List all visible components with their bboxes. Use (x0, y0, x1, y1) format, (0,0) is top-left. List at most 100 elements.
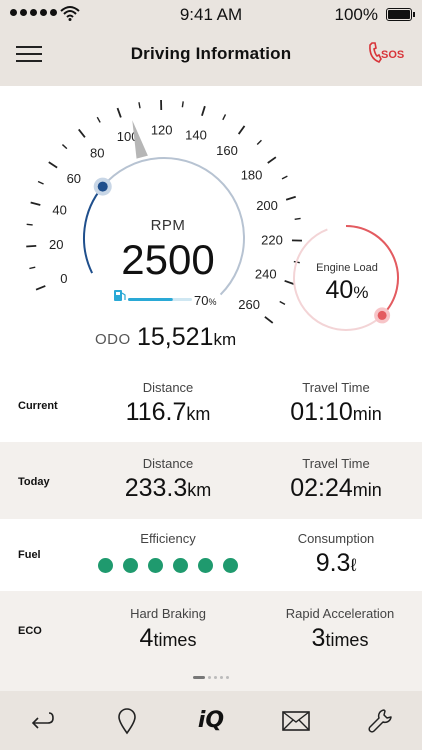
speed-tick-minor (29, 266, 36, 270)
row-label-eco: ECO (18, 625, 42, 637)
current-travel-time-unit: min (352, 404, 382, 424)
gauge-panel: 0 20 40 60 80 100 120 140 160 180 200 220 240 260 RPM… (0, 86, 422, 368)
page-dot[interactable] (214, 676, 217, 679)
top-header: 9:41 AM 100% Driving Information SOS (0, 0, 422, 86)
speed-tick-major (284, 279, 295, 286)
speed-tick-minor (26, 223, 33, 226)
today-travel-time-value: 02:24min (264, 474, 408, 503)
current-distance-number: 116.7 (125, 398, 187, 426)
efficiency-dot (173, 558, 188, 573)
current-travel-time-value: 01:10min (264, 398, 408, 427)
speed-tick-label: 220 (261, 233, 283, 248)
speed-tick-major (35, 285, 46, 291)
speed-tick-label: 40 (52, 203, 66, 218)
speed-tick-major (78, 128, 86, 138)
row-label-today: Today (18, 476, 50, 488)
sos-button[interactable]: SOS (366, 40, 406, 68)
today-distance: Distance 233.3km (98, 456, 238, 503)
today-distance-unit: km (187, 480, 212, 500)
page-title: Driving Information (130, 44, 292, 63)
page-dot[interactable] (208, 676, 211, 679)
rapid-acceleration-unit: times (325, 630, 369, 650)
speed-tick-major (116, 107, 122, 118)
envelope-icon (282, 710, 310, 731)
efficiency-dot (223, 558, 238, 573)
fuel-percent: 70% (194, 293, 216, 308)
efficiency-dot (123, 558, 138, 573)
tab-back[interactable] (12, 691, 72, 750)
odometer-value: 15,521km (137, 323, 236, 352)
speed-tick-minor (181, 101, 184, 108)
efficiency-dot (148, 558, 163, 573)
page-indicator[interactable] (0, 676, 422, 679)
rapid-acceleration-number: 3 (311, 624, 326, 652)
tab-location[interactable] (97, 691, 157, 750)
current-distance-unit: km (186, 404, 211, 424)
battery-percent: 100% (334, 5, 378, 24)
row-label-current: Current (18, 400, 58, 412)
speed-tick-label: 240 (255, 267, 277, 282)
speed-needle (132, 120, 148, 159)
tab-iq[interactable]: iQ (181, 691, 241, 750)
speed-tick-label: 120 (151, 123, 173, 138)
status-bar: 9:41 AM 100% (0, 0, 422, 30)
fuel-consumption-caption: Consumption (297, 531, 375, 546)
bottom-tab-bar: iQ (0, 691, 422, 750)
fuel-consumption-value: 9.3ℓ (264, 549, 408, 578)
speed-tick-major (26, 245, 37, 248)
speed-tick-label: 80 (90, 146, 104, 161)
page-dot[interactable] (193, 676, 205, 679)
today-travel-time-number: 02:24 (290, 474, 353, 502)
rpm-label: RPM (150, 217, 186, 234)
speed-tick-major (30, 201, 41, 206)
efficiency-dot (198, 558, 213, 573)
speed-tick-label: 140 (185, 127, 207, 142)
odo-number: 15,521 (137, 323, 214, 351)
today-travel-time-unit: min (352, 480, 382, 500)
speed-tick-label: 0 (60, 271, 67, 286)
iq-icon: iQ (197, 708, 225, 733)
efficiency-dot (98, 558, 113, 573)
fuel-bar-fill (128, 298, 173, 301)
eco-hard-braking: Hard Braking 4times (98, 606, 238, 653)
back-arrow-icon (31, 711, 54, 729)
rapid-acceleration-caption: Rapid Acceleration (285, 606, 395, 621)
speed-tick-major (237, 125, 246, 135)
location-pin-icon (118, 707, 136, 734)
rpm-arc-knob (97, 181, 108, 192)
tab-messages[interactable] (266, 691, 326, 750)
today-distance-number: 233.3 (124, 474, 188, 502)
efficiency-dots (98, 558, 238, 573)
engine-load-knob (377, 310, 387, 320)
today-distance-caption: Distance (142, 456, 194, 471)
fuel-efficiency-caption: Efficiency (140, 531, 196, 546)
rapid-acceleration-value: 3times (264, 624, 416, 653)
speed-tick-label: 200 (256, 198, 278, 213)
fuel-consumption: Consumption 9.3ℓ (264, 531, 408, 578)
speed-tick-label: 260 (238, 297, 260, 312)
current-distance-caption: Distance (142, 380, 194, 395)
speed-tick-minor (279, 300, 286, 306)
speed-tick-minor (61, 144, 68, 150)
engine-load-value: 40% (308, 276, 386, 305)
speed-tick-minor (96, 116, 101, 123)
speed-tick-major (264, 316, 274, 324)
sos-label: SOS (381, 49, 404, 61)
page-dot[interactable] (226, 676, 229, 679)
current-travel-time-caption: Travel Time (302, 380, 370, 395)
wrench-icon (368, 708, 392, 733)
today-travel-time: Travel Time 02:24min (264, 456, 408, 503)
tab-settings[interactable] (350, 691, 410, 750)
speed-tick-major (285, 195, 296, 201)
speed-tick-label: 60 (67, 171, 81, 186)
speed-tick-minor (256, 139, 262, 146)
speed-tick-minor (294, 217, 301, 220)
fuel-consumption-number: 9.3 (315, 549, 351, 577)
speed-tick-minor (222, 114, 227, 121)
row-label-fuel: Fuel (18, 549, 41, 561)
page-dot[interactable] (220, 676, 223, 679)
current-travel-time: Travel Time 01:10min (264, 380, 408, 427)
fuel-efficiency: Efficiency (98, 531, 238, 573)
hard-braking-unit: times (153, 630, 197, 650)
battery-icon (386, 8, 415, 21)
